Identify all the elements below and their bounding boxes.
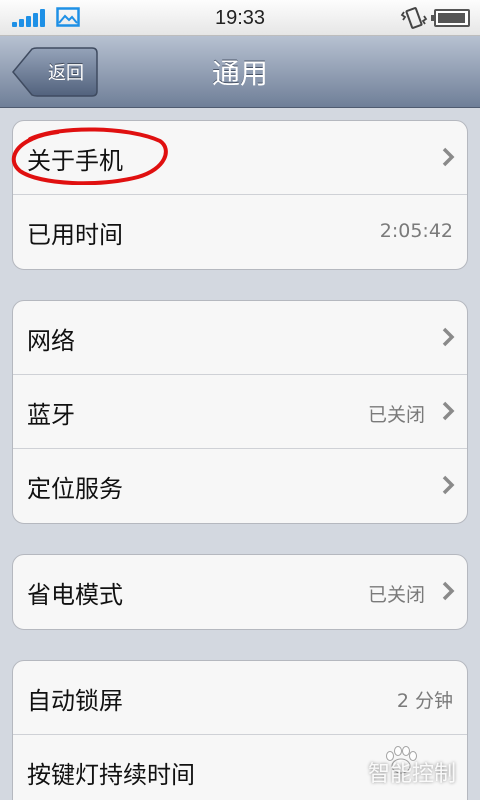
back-button[interactable]: 返回 [12,47,98,97]
back-button-label: 返回 [48,63,84,84]
settings-group-power: 省电模式 已关闭 [12,554,468,630]
row-value: 已关闭 [367,404,425,426]
chevron-right-icon [442,147,455,167]
row-value: 2 分钟 [396,690,453,712]
chevron-right-icon [442,401,455,421]
settings-group-connectivity: 网络 蓝牙 已关闭 定位服务 [12,300,468,524]
row-label: 省电模式 [27,581,123,609]
row-label: 网络 [27,327,75,355]
row-label: 已用时间 [27,221,123,249]
row-label: 蓝牙 [27,401,75,429]
page-title: 通用 [211,57,268,90]
row-label: 定位服务 [27,475,123,503]
row-value: 已关闭 [367,584,425,606]
vibrate-mode-icon [400,7,428,29]
chevron-right-icon [442,581,455,601]
settings-row-bluetooth[interactable]: 蓝牙 已关闭 [13,375,467,449]
row-value: 2:05:42 [379,220,453,242]
watermark-text: 智能控制 [367,762,456,787]
row-label: 自动锁屏 [27,687,123,715]
chevron-right-icon [442,475,455,495]
settings-row-auto-lock[interactable]: 自动锁屏 2 分钟 [13,661,467,735]
row-label: 按键灯持续时间 [27,761,195,789]
annotation-circle [11,127,168,185]
settings-row-power-saving[interactable]: 省电模式 已关闭 [13,555,467,629]
chevron-right-icon [442,327,455,347]
settings-row-uptime: 已用时间 2:05:42 [13,195,467,269]
navigation-bar: 返回 通用 [0,36,480,108]
settings-row-location-services[interactable]: 定位服务 [13,449,467,523]
settings-row-network[interactable]: 网络 [13,301,467,375]
status-bar: 19:33 [0,0,480,36]
battery-icon [431,9,470,27]
